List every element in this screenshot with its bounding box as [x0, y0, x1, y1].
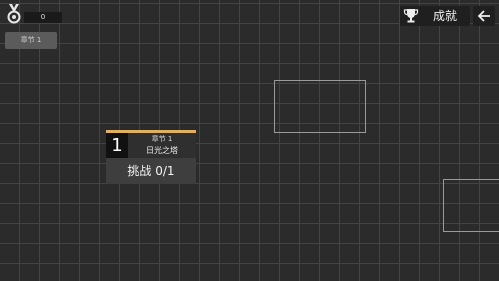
back-arrow-icon: [477, 10, 490, 22]
back-button[interactable]: [473, 6, 495, 26]
level-slot-outline: [443, 179, 499, 232]
level-card-header: 1 章节 1 日光之塔: [106, 133, 196, 158]
trophy-icon: [403, 9, 419, 23]
medal-count: 0: [24, 12, 62, 23]
level-number: 1: [106, 133, 128, 158]
level-chapter: 章节 1: [151, 135, 173, 143]
medal-icon: [7, 4, 21, 24]
level-slot-outline: [274, 80, 366, 133]
achievements-button[interactable]: 成就: [400, 6, 470, 26]
medal-counter: 0: [6, 4, 62, 24]
challenge-button[interactable]: 挑战 0/1: [106, 158, 196, 184]
level-name: 日光之塔: [146, 146, 178, 155]
achievements-label: 成就: [432, 9, 457, 23]
level-card[interactable]: 1 章节 1 日光之塔 挑战 0/1: [106, 130, 196, 184]
chapter-selector[interactable]: 章节 1: [5, 32, 57, 49]
